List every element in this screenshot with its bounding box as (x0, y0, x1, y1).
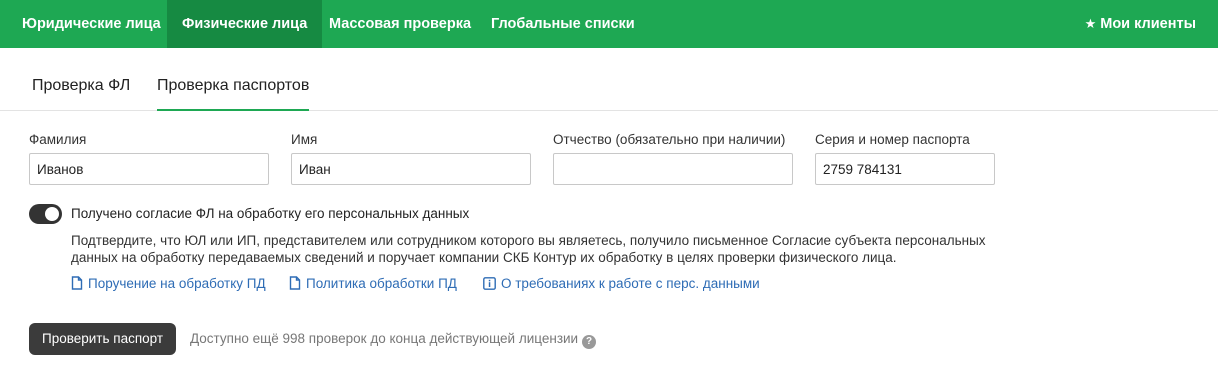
question-icon[interactable]: ? (582, 335, 597, 349)
consent-description: Подтвердите, что ЮЛ или ИП, представител… (71, 233, 986, 265)
subtabs: Проверка ФЛ Проверка паспортов (0, 49, 1218, 111)
patronymic-input[interactable] (553, 153, 793, 185)
consent-toggle[interactable] (29, 204, 62, 224)
my-clients-link[interactable]: ★ Мои клиенты (1085, 0, 1196, 48)
my-clients-label: Мои клиенты (1100, 16, 1196, 32)
passport-label: Серия и номер паспорта (815, 132, 970, 147)
nav-tab-mass-check[interactable]: Массовая проверка (314, 0, 486, 48)
license-limit-text: Доступно ещё 998 проверок до конца дейст… (190, 331, 579, 346)
nav-tab-legal-entities[interactable]: Юридические лица (7, 0, 176, 48)
link-processing-policy-label: Политика обработки ПД (306, 276, 457, 291)
top-navigation: Юридические лица Физические лица Массова… (0, 0, 1218, 48)
star-icon: ★ (1084, 16, 1097, 31)
document-icon (71, 276, 83, 290)
passport-input[interactable] (815, 153, 995, 185)
link-processing-order[interactable]: Поручение на обработку ПД (71, 276, 266, 291)
name-input[interactable] (291, 153, 531, 185)
link-pd-requirements-label: О требованиях к работе с перс. данными (501, 276, 760, 291)
link-processing-policy[interactable]: Политика обработки ПД (289, 276, 457, 291)
surname-label: Фамилия (29, 132, 87, 147)
info-icon (483, 277, 496, 290)
license-limit: Доступно ещё 998 проверок до конца дейст… (190, 331, 597, 349)
check-passport-button[interactable]: Проверить паспорт (29, 323, 177, 355)
link-processing-order-label: Поручение на обработку ПД (88, 276, 266, 291)
surname-input[interactable] (29, 153, 269, 185)
nav-tab-individuals[interactable]: Физические лица (167, 0, 323, 48)
link-pd-requirements[interactable]: О требованиях к работе с перс. данными (483, 276, 760, 291)
patronymic-label: Отчество (обязательно при наличии) (553, 132, 786, 147)
tab-individual-check[interactable]: Проверка ФЛ (32, 49, 130, 110)
toggle-knob (45, 207, 59, 221)
consent-label: Получено согласие ФЛ на обработку его пе… (71, 206, 470, 221)
nav-tab-global-lists[interactable]: Глобальные списки (476, 0, 650, 48)
name-label: Имя (291, 132, 318, 147)
tab-passport-check[interactable]: Проверка паспортов (157, 49, 310, 111)
document-icon (289, 276, 301, 290)
